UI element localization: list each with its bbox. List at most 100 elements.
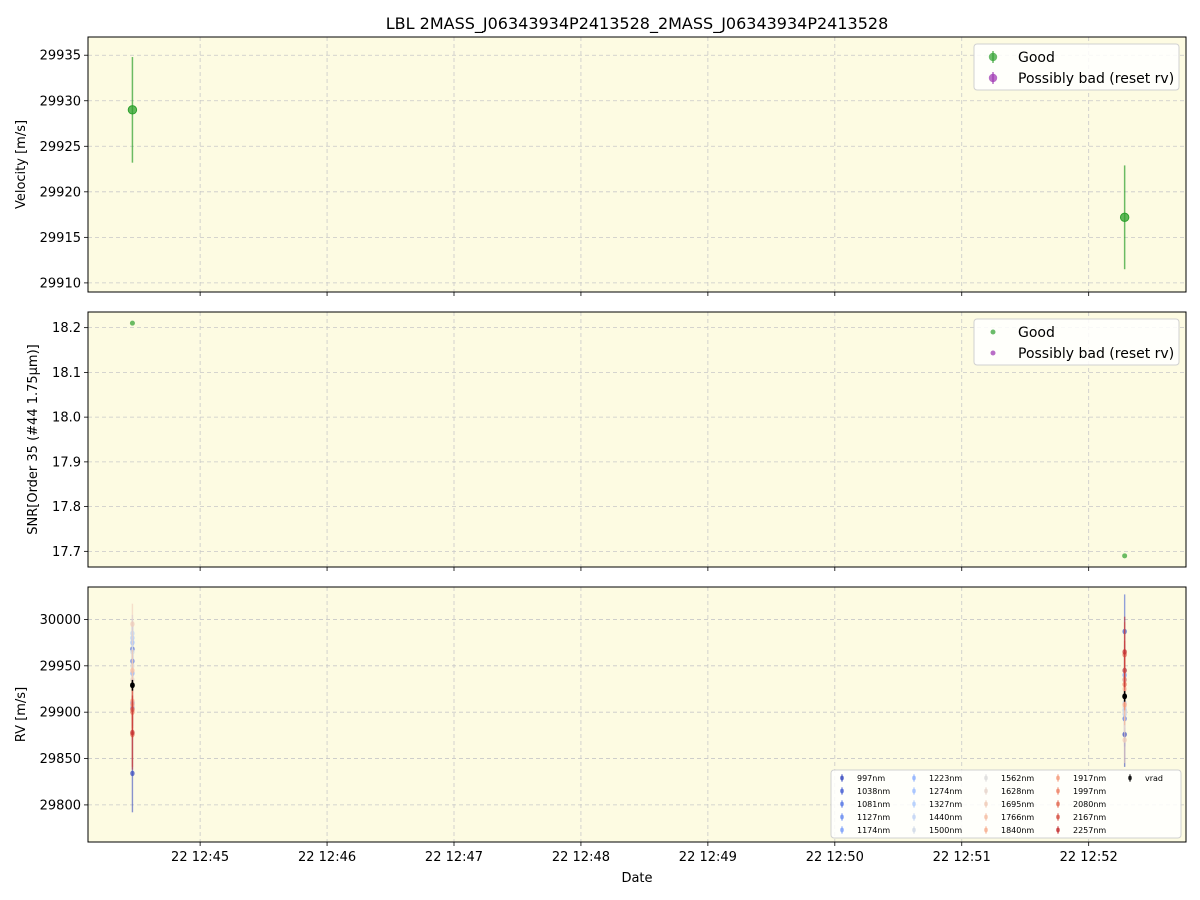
legend-marker-icon — [990, 350, 996, 356]
legend-entry-label: Good — [1018, 325, 1055, 341]
y-tick-label: 29915 — [40, 231, 81, 246]
legend-marker-icon — [1056, 775, 1060, 781]
legend-marker-icon — [1056, 788, 1060, 794]
y-tick-label: 29920 — [40, 185, 81, 200]
y-tick-label: 18.2 — [52, 321, 81, 336]
data-point-good — [129, 320, 135, 326]
legend-marker-icon — [912, 801, 916, 807]
x-tick-label: 22 12:50 — [806, 850, 864, 865]
y-tick-label: 29950 — [40, 659, 81, 674]
y-tick-label: 18.0 — [52, 411, 81, 426]
legend-marker-icon — [912, 788, 916, 794]
data-point-good — [127, 105, 138, 115]
y-axis-label: SNR[Order 35 (#44 1.75μm)] — [26, 344, 41, 535]
band-point — [130, 770, 135, 777]
legend-marker-icon — [912, 775, 916, 781]
x-axis-label: Date — [621, 871, 652, 886]
legend-marker-icon — [1056, 801, 1060, 807]
legend-marker-icon — [990, 329, 996, 335]
legend-entry-label: 1127nm — [857, 813, 890, 822]
legend-entry-label: 1766nm — [1001, 813, 1034, 822]
legend-entry-label: Possibly bad (reset rv) — [1018, 346, 1174, 362]
legend-marker-icon — [984, 788, 988, 794]
legend-entry-label: 1081nm — [857, 800, 890, 809]
panels: 29910 29915 29920 29925 29930 29935 Velocity [… — [14, 36, 1187, 886]
legend-marker-icon — [984, 814, 988, 820]
legend-entry-label: 1223nm — [929, 774, 962, 783]
legend-entry-label: 1274nm — [929, 787, 962, 796]
legend-entry-label: 1695nm — [1001, 800, 1034, 809]
y-tick-label: 29910 — [40, 276, 81, 291]
lbl-figure: LBL 2MASS_J06343934P2413528_2MASS_J06343… — [14, 14, 1187, 886]
legend-entry-label: vrad — [1145, 774, 1163, 783]
legend-entry-label: 2080nm — [1073, 800, 1106, 809]
legend-entry-label: 1038nm — [857, 787, 890, 796]
legend-marker-icon — [988, 73, 998, 83]
figure-title: LBL 2MASS_J06343934P2413528_2MASS_J06343… — [386, 14, 889, 34]
band-point — [130, 621, 135, 627]
legend-marker-icon — [912, 814, 916, 820]
legend-marker-icon — [984, 775, 988, 781]
vrad-point — [1122, 693, 1128, 700]
y-tick-label: 29800 — [40, 798, 81, 813]
legend-marker-icon — [1056, 814, 1060, 820]
legend-marker-icon — [840, 788, 844, 794]
legend-entry-label: 1327nm — [929, 800, 962, 809]
legend-marker-icon — [912, 827, 916, 833]
panel-velocity: 29910 29915 29920 29925 29930 29935 Velocity [… — [14, 36, 1187, 296]
vrad-point — [130, 682, 135, 689]
y-axis-label: RV [m/s] — [14, 687, 29, 742]
legend-entry-label: 1997nm — [1073, 787, 1106, 796]
y-axis-label: Velocity [m/s] — [14, 120, 29, 209]
band-point — [1122, 737, 1127, 743]
panel-snr: 17.7 17.8 17.9 18.0 18.1 18.2 SNR[Order 35 (#4… — [26, 311, 1187, 571]
legend-entry-label: 997nm — [857, 774, 885, 783]
legend-entry-label: Good — [1018, 50, 1055, 66]
panel-rv: 22 12:45 22 12:46 22 12:47 22 12:48 22 12:49… — [14, 586, 1187, 865]
legend-marker-icon — [840, 775, 844, 781]
legend-entry-label: 1917nm — [1073, 774, 1106, 783]
y-tick-label: 17.7 — [52, 545, 81, 560]
y-tick-label: 30000 — [40, 613, 81, 628]
legend-entry-label: 1500nm — [929, 826, 962, 835]
legend-marker-icon — [840, 801, 844, 807]
legend-marker-icon — [984, 801, 988, 807]
legend: Good Possibly bad (reset rv) — [973, 43, 1180, 91]
y-tick-label: 29935 — [40, 49, 81, 64]
data-point-good — [1122, 553, 1128, 559]
x-tick-label: 22 12:46 — [298, 850, 356, 865]
legend-marker-icon — [840, 814, 844, 820]
legend-entry-label: 1174nm — [857, 826, 890, 835]
y-tick-label: 17.8 — [52, 500, 81, 515]
legend-entry-label: 1562nm — [1001, 774, 1034, 783]
y-tick-label: 29850 — [40, 752, 81, 767]
legend-marker-icon — [984, 827, 988, 833]
legend-entry-label: 2167nm — [1073, 813, 1106, 822]
legend-entry-label: Possibly bad (reset rv) — [1018, 71, 1174, 87]
x-tick-label: 22 12:51 — [933, 850, 991, 865]
y-tick-label: 29925 — [40, 140, 81, 155]
band-point — [130, 667, 135, 674]
x-tick-label: 22 12:48 — [552, 850, 610, 865]
band-point — [1122, 649, 1127, 655]
y-tick-label: 29900 — [40, 706, 81, 721]
legend: Good Possibly bad (reset rv) — [973, 318, 1180, 366]
legend-marker-icon — [1128, 775, 1132, 781]
band-point — [130, 729, 135, 736]
data-point-good — [1119, 212, 1130, 223]
y-tick-label: 17.9 — [52, 455, 81, 470]
y-tick-label: 18.1 — [52, 366, 81, 381]
x-tick-label: 22 12:45 — [171, 850, 229, 865]
legend-marker-icon — [1056, 827, 1060, 833]
legend-marker-icon — [840, 827, 844, 833]
legend-entry-label: 1440nm — [929, 813, 962, 822]
x-tick-label: 22 12:52 — [1060, 850, 1118, 865]
legend-entry-label: 1840nm — [1001, 826, 1034, 835]
legend-entry-label: 2257nm — [1073, 826, 1106, 835]
legend-marker-icon — [988, 52, 998, 62]
legend-entry-label: 1628nm — [1001, 787, 1034, 796]
x-tick-label: 22 12:47 — [425, 850, 483, 865]
y-tick-label: 29930 — [40, 94, 81, 109]
legend-wavelengths: 997nm 1038nm 1081nm 1127nm 1174nm 1223nm 1274n… — [830, 769, 1182, 839]
x-tick-label: 22 12:49 — [679, 850, 737, 865]
